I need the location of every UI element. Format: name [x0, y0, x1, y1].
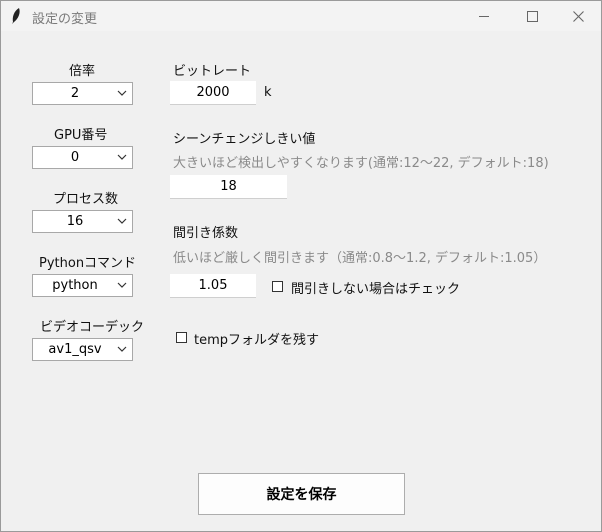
chevron-down-icon	[117, 346, 127, 352]
feather-icon	[12, 8, 20, 24]
scale-value: 2	[70, 86, 80, 101]
processes-label: プロセス数	[53, 192, 119, 207]
codec-combobox[interactable]: av1_qsv	[32, 338, 133, 361]
title-bar: 設定の変更	[1, 1, 601, 31]
decimate-hint: 低いほど厳しく間引きます（通常:0.8～1.2, デフォルト:1.05）	[173, 251, 547, 266]
settings-window: 設定の変更 倍率 2 GPU番号 0 プロセス数 16 Pythonコマンド p…	[0, 0, 602, 532]
scene-threshold-label: シーンチェンジしきい値	[173, 132, 316, 147]
decimate-input[interactable]	[170, 274, 256, 298]
chevron-down-icon	[117, 282, 127, 288]
python-label: Pythonコマンド	[39, 256, 137, 271]
close-button[interactable]	[555, 1, 601, 31]
maximize-icon	[526, 10, 538, 22]
decimate-label: 間引き係数	[173, 226, 239, 241]
minimize-icon	[479, 15, 489, 17]
maximize-button[interactable]	[509, 1, 555, 31]
gpu-value: 0	[70, 150, 80, 165]
gpu-label: GPU番号	[54, 128, 108, 143]
scene-threshold-input[interactable]	[170, 175, 287, 199]
no-decimate-checkbox[interactable]	[272, 281, 283, 292]
bitrate-label: ビットレート	[173, 64, 252, 79]
python-value: python	[52, 278, 98, 293]
processes-value: 16	[66, 214, 84, 229]
window-title: 設定の変更	[32, 12, 98, 27]
gpu-combobox[interactable]: 0	[32, 146, 133, 169]
minimize-button[interactable]	[461, 1, 507, 31]
chevron-down-icon	[117, 90, 127, 96]
bitrate-input[interactable]	[170, 81, 256, 105]
codec-label: ビデオコーデック	[40, 320, 145, 335]
keep-temp-checkbox[interactable]	[176, 332, 187, 343]
codec-value: av1_qsv	[48, 342, 102, 357]
python-combobox[interactable]: python	[32, 274, 133, 297]
bitrate-unit: k	[264, 85, 272, 100]
no-decimate-label[interactable]: 間引きしない場合はチェック	[291, 278, 460, 297]
processes-combobox[interactable]: 16	[32, 210, 133, 233]
chevron-down-icon	[117, 218, 127, 224]
keep-temp-label[interactable]: tempフォルダを残す	[194, 329, 319, 348]
close-icon	[572, 10, 584, 22]
scene-threshold-hint: 大きいほど検出しやすくなります(通常:12～22, デフォルト:18)	[173, 156, 549, 171]
scale-combobox[interactable]: 2	[32, 82, 133, 105]
chevron-down-icon	[117, 154, 127, 160]
save-settings-button[interactable]: 設定を保存	[198, 473, 405, 515]
scale-label: 倍率	[69, 64, 96, 79]
